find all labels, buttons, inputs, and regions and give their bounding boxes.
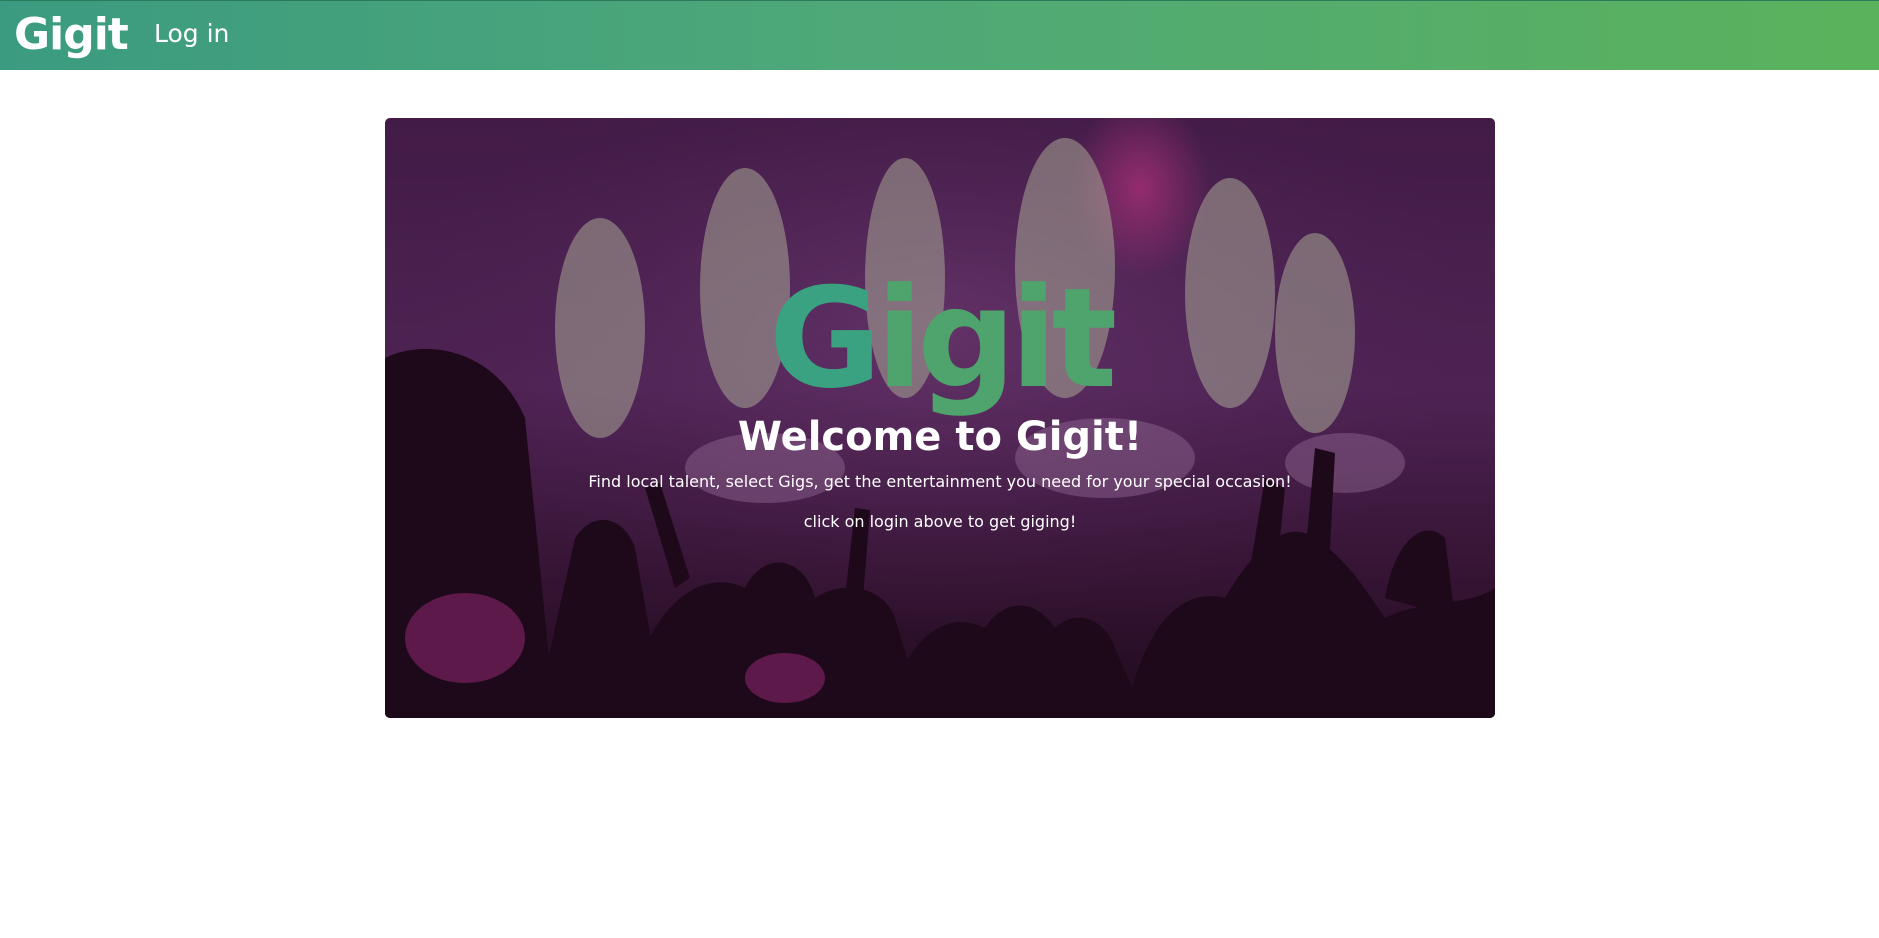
login-link[interactable]: Log in [154, 19, 229, 48]
hero-content: Gigit Welcome to Gigit! Find local talen… [385, 118, 1495, 718]
brand-logo[interactable]: Gigit [14, 7, 129, 61]
top-navbar: Gigit Log in [0, 0, 1879, 70]
hero-logo: Gigit [385, 270, 1495, 408]
hero-logo-rest: igit [875, 258, 1117, 419]
hero-subtitle: Find local talent, select Gigs, get the … [588, 472, 1292, 491]
hero-cta-text: click on login above to get giging! [803, 512, 1077, 531]
hero-title: Welcome to Gigit! [737, 414, 1143, 460]
hero-logo-g: G [768, 258, 882, 419]
hero-banner: Gigit Welcome to Gigit! Find local talen… [385, 118, 1495, 718]
